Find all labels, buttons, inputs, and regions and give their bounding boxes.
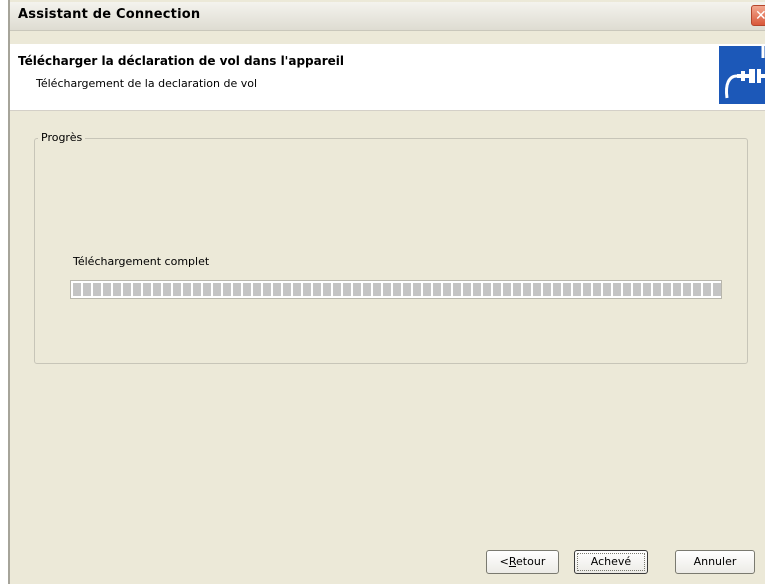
connection-plug-icon — [719, 46, 765, 104]
header-title: Télécharger la déclaration de vol dans l… — [18, 54, 345, 68]
back-button[interactable]: <Retour — [486, 550, 559, 574]
finish-button-focus: Achevé — [577, 553, 645, 571]
close-button[interactable]: ✕ — [751, 5, 765, 26]
cancel-button[interactable]: Annuler — [675, 550, 755, 574]
progress-groupbox: Progrès Téléchargement complet — [34, 131, 748, 364]
download-progress-bar — [70, 280, 722, 299]
back-button-label: etour — [516, 555, 546, 568]
connection-plug-icon-graphic — [725, 46, 765, 99]
back-button-mnemonic: R — [508, 555, 517, 568]
close-icon: ✕ — [755, 8, 765, 24]
wizard-header: Télécharger la déclaration de vol dans l… — [10, 44, 765, 111]
finish-button[interactable]: Achevé — [574, 550, 648, 574]
progress-group-legend: Progrès — [38, 131, 86, 144]
title-bar[interactable]: Assistant de Connection ✕ — [10, 2, 765, 31]
wizard-window: Assistant de Connection ✕ Télécharger la… — [8, 0, 765, 584]
header-subtitle: Téléchargement de la declaration de vol — [36, 77, 258, 90]
finish-button-label: Achevé — [590, 555, 632, 568]
cancel-button-label: Annuler — [693, 555, 737, 568]
download-status-label: Téléchargement complet — [73, 255, 210, 268]
progress-bar-fill — [73, 283, 721, 296]
window-title: Assistant de Connection — [18, 7, 201, 22]
back-button-prefix: < — [499, 555, 509, 568]
